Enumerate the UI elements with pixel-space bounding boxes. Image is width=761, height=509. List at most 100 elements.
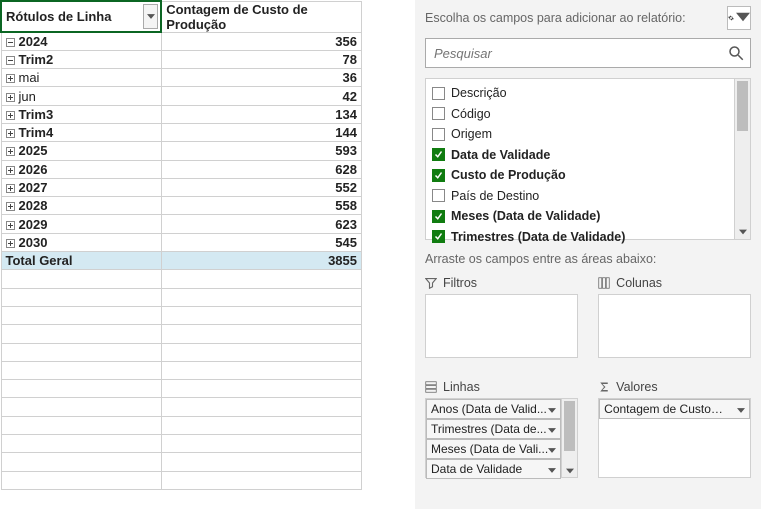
expand-icon[interactable] — [6, 239, 15, 248]
filters-dropzone[interactable] — [425, 294, 578, 358]
pivot-table-area: Rótulos de Linha Contagem de Custo de Pr… — [0, 0, 415, 509]
empty-cell[interactable] — [161, 288, 361, 306]
chevron-down-icon[interactable] — [735, 225, 750, 239]
chevron-down-icon[interactable] — [562, 465, 577, 477]
collapse-icon[interactable] — [6, 56, 15, 65]
checkbox[interactable] — [432, 169, 445, 182]
empty-cell[interactable] — [161, 343, 361, 361]
chevron-down-icon[interactable] — [548, 422, 556, 436]
scrollbar-thumb[interactable] — [564, 401, 575, 451]
row-filter-dropdown-icon[interactable] — [143, 4, 158, 29]
area-field-chip[interactable]: Meses (Data de Vali... — [426, 439, 561, 459]
empty-cell[interactable] — [1, 380, 161, 398]
empty-cell[interactable] — [161, 471, 361, 489]
empty-cell-row — [1, 380, 362, 398]
checkbox[interactable] — [432, 148, 445, 161]
empty-cell[interactable] — [161, 435, 361, 453]
expand-icon[interactable] — [6, 93, 15, 102]
expand-icon[interactable] — [6, 129, 15, 138]
empty-cell[interactable] — [161, 453, 361, 471]
table-row: 2026628 — [1, 160, 362, 178]
gear-button[interactable] — [727, 6, 751, 30]
empty-cell[interactable] — [161, 325, 361, 343]
chevron-down-icon[interactable] — [548, 462, 556, 476]
empty-cell[interactable] — [1, 343, 161, 361]
empty-cell-row — [1, 435, 362, 453]
area-field-chip[interactable]: Contagem de Custo de ... — [599, 399, 750, 419]
pivot-row-label-text: Trim4 — [19, 125, 54, 140]
expand-icon[interactable] — [6, 221, 15, 230]
pivot-row-label[interactable]: jun — [1, 87, 161, 105]
empty-cell[interactable] — [1, 398, 161, 416]
rows-scrollbar[interactable] — [561, 399, 577, 477]
scrollbar-thumb[interactable] — [737, 81, 748, 131]
empty-cell[interactable] — [161, 398, 361, 416]
empty-cell[interactable] — [1, 471, 161, 489]
area-field-chip[interactable]: Trimestres (Data de... — [426, 419, 561, 439]
expand-icon[interactable] — [6, 202, 15, 211]
checkbox[interactable] — [432, 189, 445, 202]
checkbox[interactable] — [432, 107, 445, 120]
empty-cell-row — [1, 343, 362, 361]
expand-icon[interactable] — [6, 147, 15, 156]
expand-icon[interactable] — [6, 184, 15, 193]
table-row: 2025593 — [1, 142, 362, 160]
field-list-item[interactable]: Meses (Data de Validade) — [428, 206, 732, 227]
empty-cell[interactable] — [161, 361, 361, 379]
area-field-chip[interactable]: Anos (Data de Valid... — [426, 399, 561, 419]
chevron-down-icon[interactable] — [737, 402, 745, 416]
field-list-item[interactable]: Data de Validade — [428, 145, 732, 166]
pivot-row-label[interactable]: 2028 — [1, 197, 161, 215]
empty-cell[interactable] — [1, 361, 161, 379]
checkbox[interactable] — [432, 128, 445, 141]
empty-cell[interactable] — [161, 380, 361, 398]
field-label: Código — [451, 107, 491, 121]
pivot-total-value: 3855 — [161, 252, 361, 270]
chevron-down-icon[interactable] — [548, 442, 556, 456]
columns-dropzone[interactable] — [598, 294, 751, 358]
pivot-row-label-text: 2024 — [19, 34, 48, 49]
field-label: Origem — [451, 127, 492, 141]
expand-icon[interactable] — [6, 166, 15, 175]
empty-cell[interactable] — [1, 453, 161, 471]
empty-cell[interactable] — [1, 325, 161, 343]
field-list-item[interactable]: Custo de Produção — [428, 165, 732, 186]
pivot-row-label[interactable]: 2026 — [1, 160, 161, 178]
collapse-icon[interactable] — [6, 38, 15, 47]
pivot-row-label[interactable]: 2029 — [1, 215, 161, 233]
empty-cell[interactable] — [161, 416, 361, 434]
expand-icon[interactable] — [6, 74, 15, 83]
field-list-item[interactable]: Código — [428, 104, 732, 125]
pivot-row-label[interactable]: Trim2 — [1, 50, 161, 68]
pivot-row-label[interactable]: 2024 — [1, 32, 161, 50]
checkbox[interactable] — [432, 87, 445, 100]
rows-dropzone[interactable]: Anos (Data de Valid...Trimestres (Data d… — [425, 398, 578, 478]
values-dropzone[interactable]: Contagem de Custo de ... — [598, 398, 751, 478]
pivot-row-label[interactable]: 2027 — [1, 178, 161, 196]
empty-cell[interactable] — [1, 435, 161, 453]
field-list-scrollbar[interactable] — [734, 79, 750, 239]
field-list-item[interactable]: Origem — [428, 124, 732, 145]
pivot-row-label[interactable]: Trim4 — [1, 123, 161, 141]
row-labels-header[interactable]: Rótulos de Linha — [1, 1, 161, 32]
checkbox[interactable] — [432, 210, 445, 223]
empty-cell-row — [1, 416, 362, 434]
pivot-row-label[interactable]: 2025 — [1, 142, 161, 160]
pivot-row-label[interactable]: 2030 — [1, 233, 161, 251]
pivot-row-label[interactable]: Trim3 — [1, 105, 161, 123]
field-list-item[interactable]: Descrição — [428, 83, 732, 104]
chevron-down-icon[interactable] — [548, 402, 556, 416]
pivot-row-label[interactable]: mai — [1, 69, 161, 87]
field-list-item[interactable]: País de Destino — [428, 186, 732, 207]
expand-icon[interactable] — [6, 111, 15, 120]
empty-cell[interactable] — [1, 288, 161, 306]
empty-cell[interactable] — [1, 416, 161, 434]
area-field-chip[interactable]: Data de Validade — [426, 459, 561, 479]
empty-cell[interactable] — [161, 270, 361, 288]
empty-cell[interactable] — [161, 306, 361, 324]
search-input[interactable] — [425, 38, 751, 68]
empty-cell[interactable] — [1, 270, 161, 288]
filter-icon — [425, 277, 437, 289]
area-columns: Colunas — [598, 272, 751, 358]
empty-cell[interactable] — [1, 306, 161, 324]
